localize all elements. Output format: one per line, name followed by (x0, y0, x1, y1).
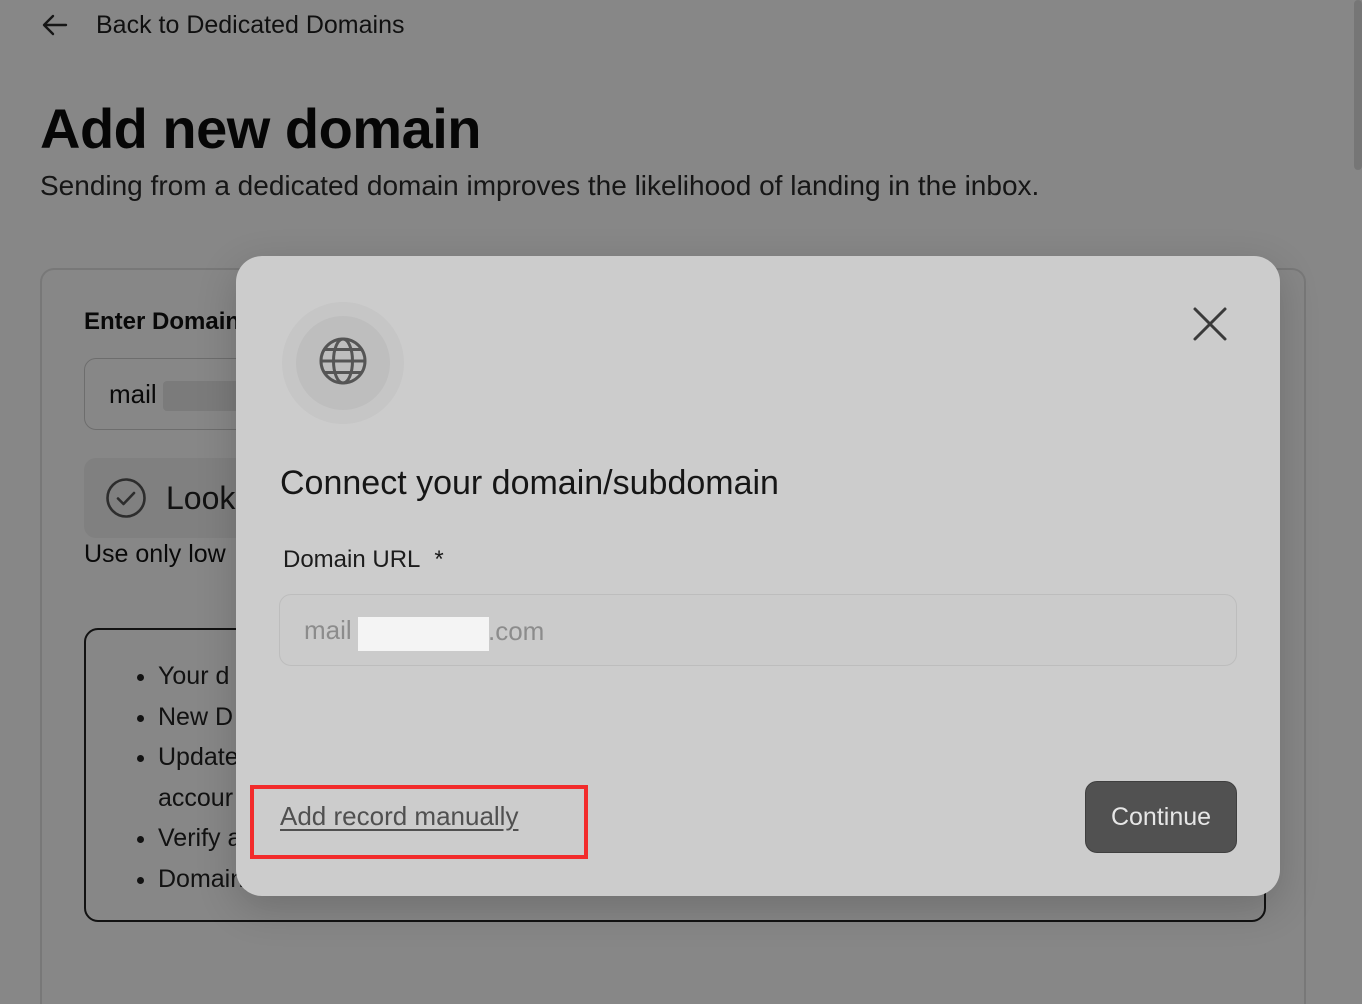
page-scrollbar[interactable] (1352, 0, 1362, 180)
domain-url-suffix: .com (488, 616, 545, 646)
globe-icon (318, 336, 368, 391)
domain-url-label: Domain URL * (283, 546, 444, 574)
modal-title: Connect your domain/subdomain (280, 464, 779, 502)
add-record-manually-link[interactable]: Add record manually (280, 801, 518, 832)
globe-icon-badge (282, 302, 404, 424)
redacted-domain (358, 617, 489, 651)
close-modal-button[interactable] (1186, 302, 1234, 350)
page-root: Back to Dedicated Domains Add new domain… (0, 0, 1362, 1004)
domain-url-label-text: Domain URL (283, 546, 421, 573)
scrollbar-thumb[interactable] (1354, 0, 1362, 170)
connect-domain-modal: Connect your domain/subdomain Domain URL… (236, 256, 1280, 896)
continue-button[interactable]: Continue (1085, 781, 1237, 853)
required-asterisk: * (434, 546, 444, 573)
close-icon (1191, 305, 1229, 348)
domain-url-field[interactable]: .com (279, 594, 1237, 666)
